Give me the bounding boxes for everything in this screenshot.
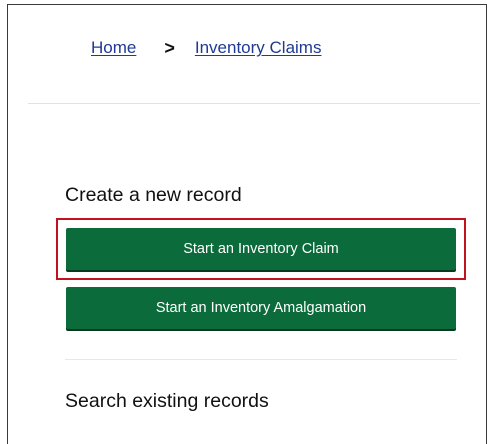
breadcrumb-home-link[interactable]: Home [91, 38, 136, 58]
section-divider [65, 359, 457, 360]
start-inventory-claim-button[interactable]: Start an Inventory Claim [66, 228, 456, 270]
header-divider [28, 103, 480, 104]
breadcrumb-inventory-claims-link[interactable]: Inventory Claims [195, 38, 322, 58]
breadcrumb: Home > Inventory Claims [91, 37, 321, 59]
chevron-right-icon: > [164, 37, 175, 58]
create-record-heading: Create a new record [65, 184, 242, 206]
search-records-heading: Search existing records [65, 390, 269, 412]
start-inventory-amalgamation-button[interactable]: Start an Inventory Amalgamation [66, 287, 456, 329]
